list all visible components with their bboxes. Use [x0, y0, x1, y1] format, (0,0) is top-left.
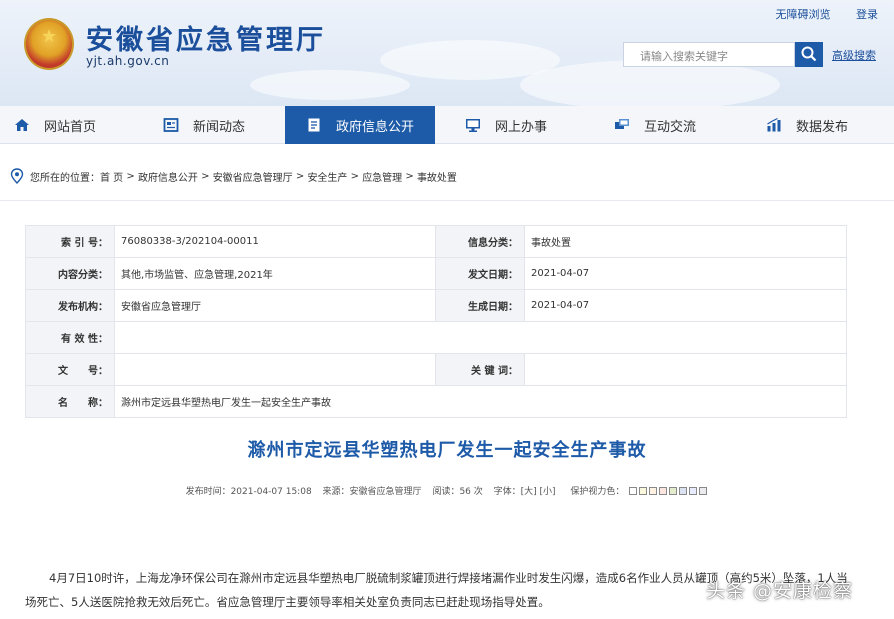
nav-label: 新闻动态	[193, 119, 246, 135]
issue-date-label: 发文日期：	[435, 257, 525, 290]
watermark: 头条 @安康检察	[706, 580, 854, 602]
breadcrumb-item-department[interactable]: 安徽省应急管理厅	[213, 169, 293, 184]
divider	[0, 200, 894, 201]
name-label: 名 称：	[25, 385, 115, 418]
eye-color-swatch[interactable]	[669, 487, 678, 495]
breadcrumb-item-gov-info[interactable]: 政府信息公开	[138, 169, 198, 184]
news-icon	[163, 117, 179, 133]
nav-item-news[interactable]: 新闻动态	[163, 106, 245, 144]
table-row: 发布机构： 安徽省应急管理厅 生成日期： 2021-04-07	[25, 289, 847, 322]
breadcrumb-item-accident[interactable]: 事故处置	[417, 169, 457, 184]
eye-care-text: 保护视力色：	[570, 487, 625, 497]
eye-color-swatch[interactable]	[699, 487, 708, 495]
content-value: 其他,市场监管、应急管理,2021年	[114, 257, 436, 290]
site-title: 安徽省应急管理厅	[86, 25, 326, 56]
eye-color-swatch[interactable]	[639, 487, 648, 495]
search-icon	[801, 46, 817, 62]
accessibility-link[interactable]: 无障碍浏览	[776, 8, 831, 21]
nav-label: 网站首页	[44, 119, 97, 135]
breadcrumb-separator: >	[123, 170, 138, 182]
issue-date-value: 2021-04-07	[524, 257, 847, 290]
content-label: 内容分类：	[25, 257, 115, 290]
login-link[interactable]: 登录	[856, 8, 878, 21]
eye-color-swatch[interactable]	[689, 487, 698, 495]
nav-item-home[interactable]: 网站首页	[14, 106, 96, 144]
publisher-value: 安徽省应急管理厅	[114, 289, 436, 322]
cloud-decoration	[250, 70, 410, 100]
index-label: 索 引 号：	[25, 225, 115, 258]
keywords-label: 关 键 词：	[435, 353, 525, 386]
nav-item-interaction[interactable]: 互动交流	[614, 106, 696, 144]
table-row: 名 称： 滁州市定远县华塑热电厂发生一起安全生产事故	[25, 385, 847, 418]
keywords-value	[524, 353, 847, 386]
eye-color-swatch[interactable]	[659, 487, 668, 495]
table-row: 文 号： 关 键 词：	[25, 353, 847, 386]
article-title: 滁州市定远县华塑热电厂发生一起安全生产事故	[247, 440, 647, 461]
document-number-label: 文 号：	[25, 353, 115, 386]
category-label: 信息分类：	[435, 225, 525, 258]
created-date-label: 生成日期：	[435, 289, 525, 322]
main-nav: 网站首页 新闻动态 政府信息公开 网上办事 互动交流 数据发布	[0, 106, 894, 144]
breadcrumb-item-emergency[interactable]: 应急管理	[362, 169, 402, 184]
breadcrumb-item-safety[interactable]: 安全生产	[307, 169, 347, 184]
nav-label: 数据发布	[796, 119, 849, 135]
article-meta: 发布时间：2021-04-07 15:08 来源：安徽省应急管理厅 阅读：56 …	[0, 484, 894, 497]
publish-time: 发布时间：2021-04-07 15:08	[185, 487, 312, 497]
publisher-label: 发布机构：	[25, 289, 115, 322]
search-button[interactable]	[795, 42, 823, 67]
document-number-value	[114, 353, 436, 386]
nav-item-online-service[interactable]: 网上办事	[465, 106, 547, 144]
breadcrumb-separator: >	[347, 170, 363, 182]
breadcrumb-item-home[interactable]: 首 页	[100, 169, 123, 184]
breadcrumb-separator: >	[292, 170, 308, 182]
document-icon	[306, 117, 322, 133]
home-icon	[14, 117, 30, 133]
eye-color-swatch[interactable]	[649, 487, 658, 495]
location-pin-icon	[10, 168, 24, 184]
nav-label: 政府信息公开	[335, 119, 414, 135]
eye-color-swatch[interactable]	[629, 487, 638, 495]
chat-icon	[614, 117, 630, 133]
monitor-icon	[465, 117, 481, 133]
top-links: 无障碍浏览 登录	[754, 6, 879, 22]
eye-color-swatch[interactable]	[679, 487, 688, 495]
article-source: 来源：安徽省应急管理厅	[322, 487, 422, 497]
breadcrumb-separator: >	[402, 170, 417, 182]
breadcrumb-prefix: 您所在的位置：	[30, 172, 100, 184]
category-value: 事故处置	[524, 225, 847, 258]
table-row: 内容分类： 其他,市场监管、应急管理,2021年 发文日期： 2021-04-0…	[25, 257, 847, 290]
national-emblem-icon: ★	[24, 18, 74, 70]
nav-item-data-release[interactable]: 数据发布	[766, 106, 848, 144]
validity-value	[114, 321, 847, 354]
document-info-table: 索 引 号： 76080338-3/202104-00011 信息分类： 事故处…	[25, 225, 847, 418]
advanced-search-link[interactable]: 高级搜索	[832, 47, 876, 63]
nav-item-gov-info[interactable]: 政府信息公开	[285, 106, 435, 144]
nav-label: 网上办事	[495, 119, 548, 135]
index-value: 76080338-3/202104-00011	[114, 225, 436, 258]
font-size-control[interactable]: 字体：[大] [小]	[494, 487, 556, 497]
site-url: yjt.ah.gov.cn	[86, 54, 170, 68]
table-row: 有 效 性：	[25, 321, 847, 354]
table-row: 索 引 号： 76080338-3/202104-00011 信息分类： 事故处…	[25, 225, 847, 258]
name-value: 滁州市定远县华塑热电厂发生一起安全生产事故	[114, 385, 847, 418]
created-date-value: 2021-04-07	[524, 289, 847, 322]
breadcrumb: 您所在的位置： 首 页 > 政府信息公开 > 安徽省应急管理厅 > 安全生产 >…	[10, 168, 457, 184]
eye-care-label: 保护视力色：	[566, 487, 708, 497]
search-input[interactable]: 请输入搜索关键字	[623, 42, 795, 67]
breadcrumb-separator: >	[197, 170, 213, 182]
view-count: 阅读：56 次	[432, 487, 483, 497]
chart-icon	[766, 117, 782, 133]
nav-label: 互动交流	[644, 119, 697, 135]
validity-label: 有 效 性：	[25, 321, 115, 354]
site-header: ★ 安徽省应急管理厅 yjt.ah.gov.cn 无障碍浏览 登录 请输入搜索关…	[0, 0, 894, 106]
